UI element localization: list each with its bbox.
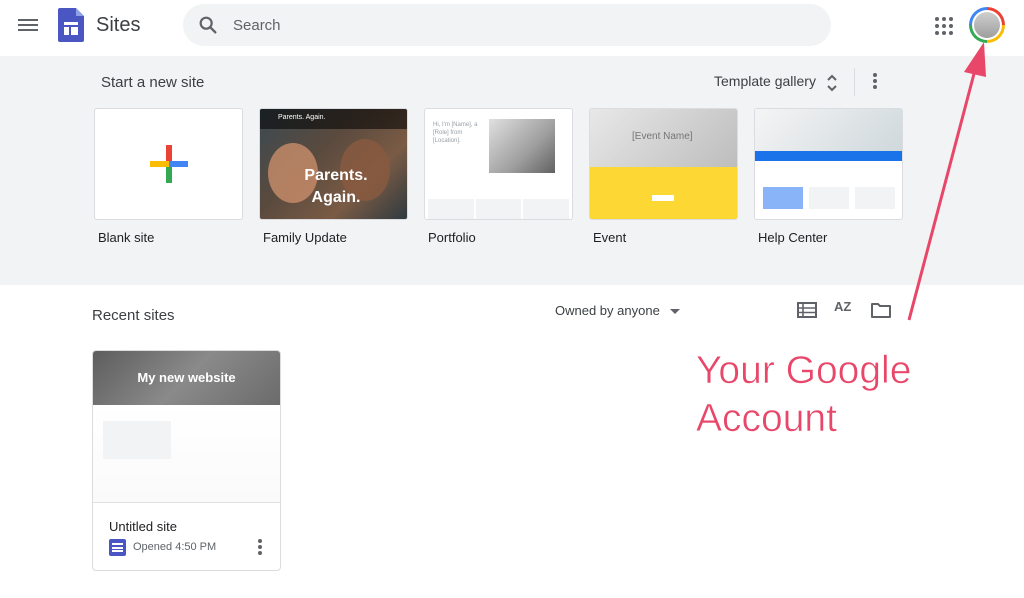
thumbnail-text: Hi, I'm [Name], a [Role] from [Location]…	[433, 122, 478, 144]
template-family-update[interactable]: Parents. Again. Parents. Again.	[259, 108, 408, 220]
site-thumbnail-header: My new website	[93, 351, 280, 405]
thumbnail-photo	[489, 119, 555, 173]
annotation-line: Your Google	[696, 349, 912, 393]
site-thumbnail-body	[93, 405, 280, 503]
thumbnail-banner-text: Parents. Again.	[278, 114, 326, 121]
template-portfolio[interactable]: Hi, I'm [Name], a [Role] from [Location]…	[424, 108, 573, 220]
thumbnail-placeholder	[103, 421, 171, 459]
sites-logo-icon[interactable]	[58, 8, 84, 42]
site-opened-time: Opened 4:50 PM	[133, 541, 217, 553]
more-vert-icon[interactable]	[867, 71, 883, 91]
template-gallery-button[interactable]: Template gallery	[714, 73, 816, 89]
start-new-site-section: Start a new site Template gallery Blank …	[0, 56, 1024, 285]
search-input[interactable]	[233, 12, 793, 38]
thumbnail-text: [Event Name]	[632, 131, 693, 142]
template-label: Portfolio	[428, 230, 476, 245]
thumbnail-card	[809, 187, 849, 209]
thumbnail-photo	[755, 109, 902, 151]
template-label: Blank site	[98, 230, 155, 245]
section-title: Start a new site	[101, 74, 205, 91]
thumbnail-band	[755, 151, 902, 161]
site-name: Untitled site	[109, 519, 177, 534]
annotation-line: Account	[696, 397, 838, 441]
template-event[interactable]: [Event Name]	[589, 108, 738, 220]
folder-icon[interactable]	[871, 301, 891, 319]
apps-grid-icon[interactable]	[933, 15, 955, 37]
more-vert-icon[interactable]	[255, 537, 265, 557]
annotation-text: Your Google Account	[696, 347, 912, 443]
unfold-icon[interactable]	[826, 73, 838, 93]
search-bar[interactable]	[183, 4, 831, 46]
chevron-down-icon[interactable]	[670, 309, 680, 314]
template-label: Help Center	[758, 230, 828, 245]
thumbnail-cells	[425, 199, 572, 219]
plus-icon	[150, 145, 188, 183]
avatar-image	[974, 12, 1000, 38]
thumbnail-band	[590, 167, 737, 219]
recent-sites-title: Recent sites	[92, 307, 175, 324]
search-icon[interactable]	[197, 14, 219, 36]
sort-az-icon[interactable]: AZ	[834, 299, 851, 314]
thumbnail-headline: Parents. Again.	[304, 167, 368, 206]
top-bar: Sites	[0, 0, 1024, 56]
menu-icon[interactable]	[18, 16, 38, 34]
template-label: Family Update	[263, 230, 347, 245]
site-icon	[109, 539, 126, 556]
thumbnail-card	[855, 187, 895, 209]
recent-site-card[interactable]: My new website Untitled site Opened 4:50…	[92, 350, 281, 571]
divider	[854, 68, 855, 96]
app-title: Sites	[96, 14, 141, 36]
template-help-center[interactable]	[754, 108, 903, 220]
thumbnail-navbar: Parents. Again.	[260, 109, 407, 129]
thumbnail-button	[652, 195, 674, 201]
owner-filter-dropdown[interactable]: Owned by anyone	[555, 303, 660, 318]
thumbnail-card	[763, 187, 803, 209]
avatar-ring	[972, 10, 1002, 40]
site-thumbnail-title: My new website	[137, 370, 236, 385]
list-view-icon[interactable]	[797, 301, 817, 319]
template-label: Event	[593, 230, 627, 245]
thumbnail-photo: [Event Name]	[590, 109, 737, 167]
template-blank-site[interactable]	[94, 108, 243, 220]
avatar[interactable]	[969, 7, 1005, 43]
